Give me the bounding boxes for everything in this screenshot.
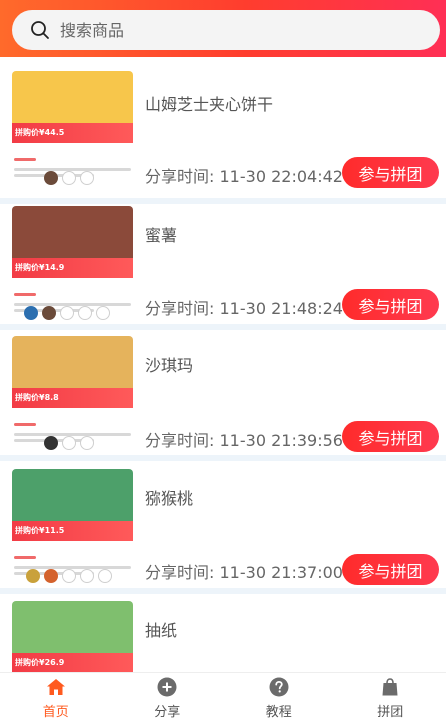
tab-group-buy[interactable]: 拼团 (335, 673, 446, 723)
tab-home[interactable]: 首页 (0, 673, 112, 723)
thumbnail-price: 拼购价¥8.8 (12, 388, 133, 408)
share-time: 分享时间: 11-30 21:39:56 (145, 431, 343, 450)
product-title: 猕猴桃 (145, 489, 194, 508)
product-photo (12, 469, 133, 521)
participant-avatars (26, 569, 112, 585)
home-icon (46, 678, 65, 695)
join-group-button[interactable]: 参与拼团 (342, 554, 439, 585)
thumbnail-price: 拼购价¥26.9 (12, 653, 133, 672)
product-photo (12, 71, 133, 123)
search-icon (31, 21, 49, 39)
thumbnail-price: 拼购价¥44.5 (12, 123, 133, 143)
product-title: 抽纸 (145, 621, 178, 640)
product-title: 山姆芝士夹心饼干 (145, 95, 274, 114)
product-card[interactable]: 拼购价¥26.9 抽纸 (0, 594, 446, 672)
shopping-bag-icon (382, 677, 398, 695)
bottom-tab-bar: 首页 分享 教程 拼团 (0, 672, 446, 723)
join-group-button[interactable]: 参与拼团 (342, 157, 439, 188)
share-time: 分享时间: 11-30 21:48:24 (145, 299, 343, 318)
product-thumbnail[interactable]: 拼购价¥8.8 (12, 336, 133, 454)
participant-avatars (44, 171, 94, 187)
product-thumbnail[interactable]: 拼购价¥44.5 (12, 71, 133, 189)
product-card[interactable]: 拼购价¥8.8 沙琪玛 分享时间: 11-30 21:39:56 参与拼团 (0, 330, 446, 456)
product-list[interactable]: 拼购价¥44.5 山姆芝士夹心饼干 分享时间: 11-30 22:04:42 参… (0, 57, 446, 672)
product-thumbnail[interactable]: 拼购价¥26.9 (12, 601, 133, 672)
search-input[interactable] (60, 20, 360, 40)
tab-label: 拼团 (377, 704, 404, 720)
thumbnail-price: 拼购价¥11.5 (12, 521, 133, 541)
product-title: 蜜薯 (145, 226, 178, 245)
product-photo (12, 206, 133, 258)
product-title: 沙琪玛 (145, 356, 194, 375)
search-bar[interactable] (12, 10, 440, 50)
participant-avatars (44, 436, 94, 452)
plus-circle-icon (157, 677, 177, 696)
product-thumbnail[interactable]: 拼购价¥14.9 (12, 206, 133, 324)
tab-tutorial[interactable]: 教程 (223, 673, 335, 723)
tab-label: 教程 (265, 704, 292, 720)
tab-label: 分享 (154, 704, 181, 720)
join-group-button[interactable]: 参与拼团 (342, 289, 439, 320)
tab-share[interactable]: 分享 (112, 673, 224, 723)
participant-avatars (24, 306, 110, 322)
product-card[interactable]: 拼购价¥11.5 猕猴桃 分享时间: 11-30 21:37:00 参与拼团 (0, 461, 446, 587)
header-bar (0, 0, 446, 57)
share-time: 分享时间: 11-30 22:04:42 (145, 167, 343, 186)
thumbnail-price: 拼购价¥14.9 (12, 258, 133, 278)
product-photo (12, 336, 133, 388)
product-thumbnail[interactable]: 拼购价¥11.5 (12, 469, 133, 587)
join-group-button[interactable]: 参与拼团 (342, 421, 439, 452)
product-photo (12, 601, 133, 653)
share-time: 分享时间: 11-30 21:37:00 (145, 563, 343, 582)
question-circle-icon (269, 677, 289, 696)
product-card[interactable]: 拼购价¥14.9 蜜薯 分享时间: 11-30 21:48:24 参与拼团 (0, 204, 446, 330)
tab-label: 首页 (42, 704, 69, 720)
product-card[interactable]: 拼购价¥44.5 山姆芝士夹心饼干 分享时间: 11-30 22:04:42 参… (0, 57, 446, 189)
